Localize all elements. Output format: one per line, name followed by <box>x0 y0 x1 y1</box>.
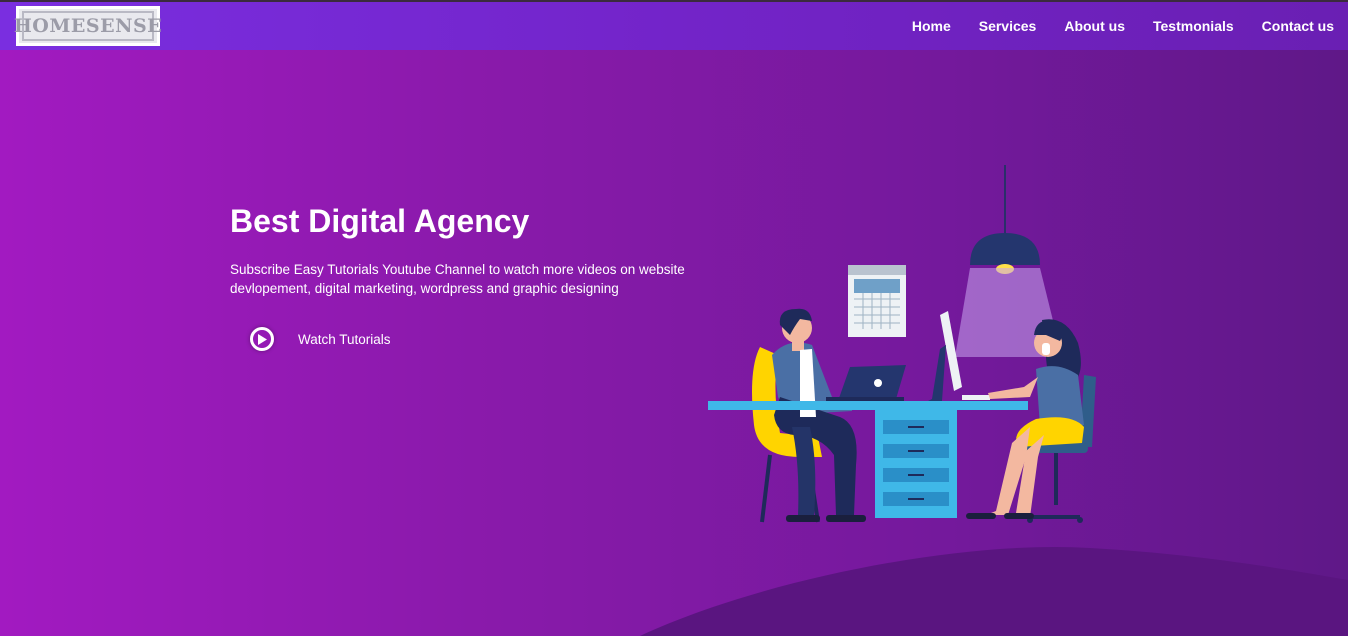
navbar: HOMESENSE Home Services About us Testmon… <box>0 2 1348 50</box>
logo-text: HOMESENSE <box>14 11 162 41</box>
wall-calendar-icon <box>848 265 906 337</box>
office-illustration <box>708 165 1096 523</box>
hero-subtitle: Subscribe Easy Tutorials Youtube Channel… <box>230 262 685 296</box>
nav-link-home[interactable]: Home <box>912 18 951 34</box>
man-character-icon <box>772 308 866 522</box>
nav-link-contact-us[interactable]: Contact us <box>1262 18 1334 34</box>
nav-link-about-us[interactable]: About us <box>1064 18 1125 34</box>
nav-menu: Home Services About us Testmonials Conta… <box>884 2 1334 50</box>
watch-tutorials-button[interactable]: Watch Tutorials <box>250 327 391 351</box>
nav-link-services[interactable]: Services <box>979 18 1037 34</box>
play-circle-icon <box>250 327 274 351</box>
hero-title: Best Digital Agency <box>230 203 530 239</box>
nav-link-testimonials[interactable]: Testmonials <box>1153 18 1234 34</box>
watch-tutorials-label: Watch Tutorials <box>298 331 391 347</box>
bottom-wave-shape <box>640 546 1348 636</box>
laptop-icon <box>826 365 906 402</box>
site-logo[interactable]: HOMESENSE <box>14 6 162 46</box>
